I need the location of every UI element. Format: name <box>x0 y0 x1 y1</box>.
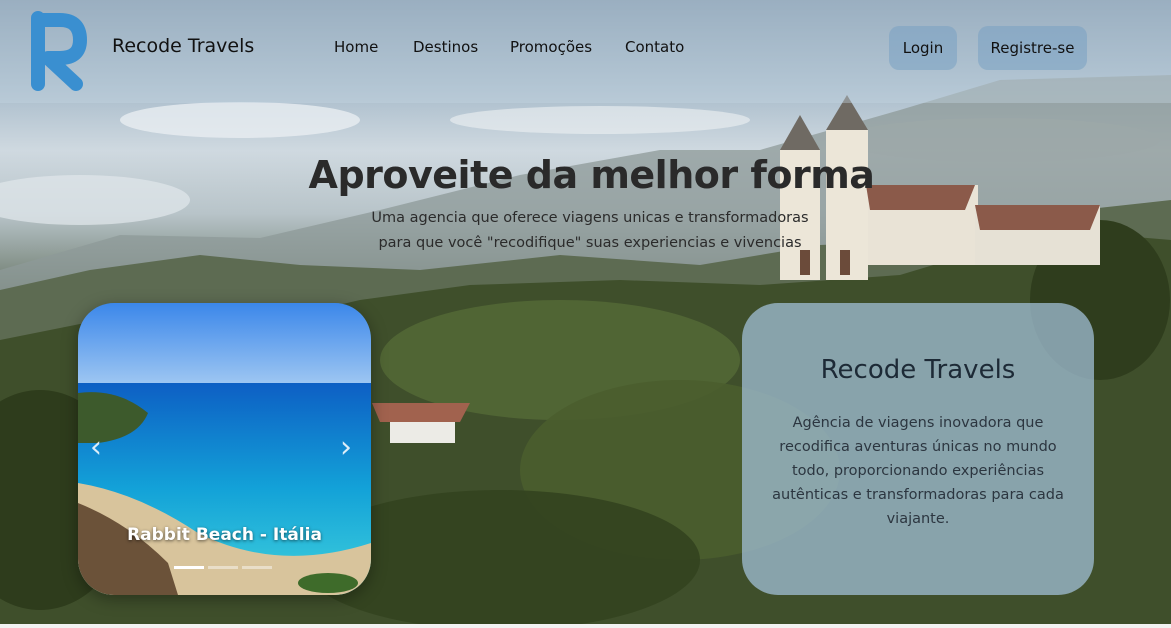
hero-title: Aproveite da melhor forma <box>308 153 875 197</box>
carousel-indicator-1[interactable] <box>174 566 204 569</box>
hero-subtitle-line2: para que você "recodifique" suas experie… <box>378 235 802 251</box>
register-button[interactable]: Registre-se <box>978 26 1087 70</box>
login-button-label: Login <box>902 39 944 57</box>
destination-carousel[interactable]: ‹ › Rabbit Beach - Itália <box>78 303 371 595</box>
navbar: Recode Travels Home Destinos Promoções C… <box>0 0 1171 103</box>
about-card: Recode Travels Agência de viagens inovad… <box>742 303 1094 595</box>
nav-link-home[interactable]: Home <box>334 38 378 56</box>
hero-subtitle-line1: Uma agencia que oferece viagens unicas e… <box>371 210 809 226</box>
register-button-label: Registre-se <box>990 39 1075 57</box>
carousel-indicator-2[interactable] <box>208 566 238 569</box>
login-button[interactable]: Login <box>889 26 957 70</box>
nav-link-contato[interactable]: Contato <box>625 38 684 56</box>
page-bottom-edge <box>0 624 1171 628</box>
about-card-text: Agência de viagens inovadora que recodif… <box>772 415 1064 527</box>
chevron-right-icon[interactable]: › <box>340 433 352 463</box>
nav-link-promocoes[interactable]: Promoções <box>510 38 592 56</box>
carousel-slide-image <box>78 303 371 595</box>
nav-link-destinos[interactable]: Destinos <box>413 38 478 56</box>
carousel-caption: Rabbit Beach - Itália <box>127 525 322 545</box>
carousel-indicators <box>174 566 272 569</box>
brand-name[interactable]: Recode Travels <box>112 35 254 57</box>
recode-logo-icon[interactable] <box>30 10 92 92</box>
chevron-left-icon[interactable]: ‹ <box>90 433 102 463</box>
about-card-title: Recode Travels <box>820 355 1016 385</box>
carousel-indicator-3[interactable] <box>242 566 272 569</box>
